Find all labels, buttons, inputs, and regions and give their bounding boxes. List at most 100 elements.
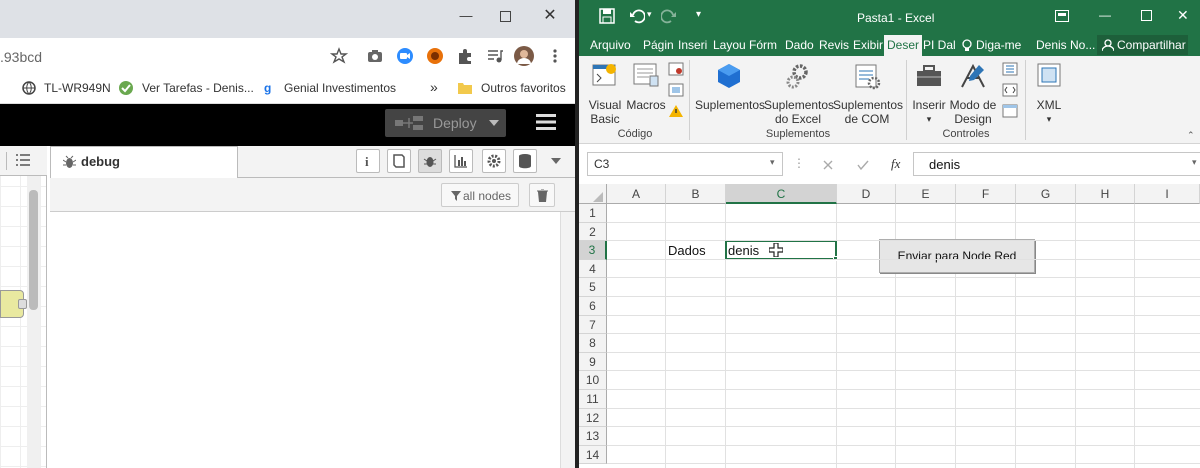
spreadsheet-grid[interactable]: A B C D E F G H I Dados denis Enviar par… <box>579 184 1200 468</box>
expand-formula-icon[interactable]: ▾ <box>1192 157 1197 168</box>
caret-down-icon[interactable] <box>489 120 499 126</box>
node-output-port[interactable] <box>18 299 27 309</box>
undo-dropdown-icon[interactable]: ▾ <box>647 9 652 20</box>
visual-basic-button[interactable]: Visual Basic <box>585 60 625 126</box>
undo-icon[interactable] <box>629 8 645 24</box>
insert-function-button[interactable]: fx <box>891 156 900 172</box>
customize-qat-icon[interactable]: ▾ <box>696 9 701 20</box>
active-cell-c3[interactable]: denis <box>725 240 838 261</box>
row-header-14[interactable]: 14 <box>579 445 607 465</box>
address-bar[interactable]: .93bcd <box>0 49 42 65</box>
cell-b3[interactable]: Dados <box>668 243 706 258</box>
row-header-3[interactable]: 3 <box>579 241 607 260</box>
tab-powerbi[interactable]: PI Dal <box>923 38 956 52</box>
tab-dados[interactable]: Dado <box>785 38 814 52</box>
extension-orange-icon[interactable] <box>426 47 444 65</box>
deploy-button[interactable]: Deploy <box>385 109 506 137</box>
tab-exibir[interactable]: Exibir <box>853 38 883 52</box>
info-button[interactable]: i <box>356 149 380 173</box>
enter-check-icon[interactable] <box>857 160 869 170</box>
camera-icon[interactable] <box>366 47 384 65</box>
maximize-icon[interactable] <box>1141 10 1152 21</box>
tab-inserir[interactable]: Inseri <box>678 38 707 52</box>
debug-button[interactable] <box>418 149 442 173</box>
media-queue-icon[interactable] <box>486 47 504 65</box>
all-nodes-filter-button[interactable]: all nodes <box>441 183 519 207</box>
close-icon[interactable]: ✕ <box>1177 7 1189 24</box>
row-header-5[interactable]: 5 <box>579 278 607 297</box>
row-header-4[interactable]: 4 <box>579 259 607 279</box>
column-header-a[interactable]: A <box>607 184 666 204</box>
list-icon[interactable] <box>16 154 30 166</box>
row-header-6[interactable]: 6 <box>579 297 607 316</box>
view-code-icon[interactable] <box>1002 83 1018 97</box>
row-header-1[interactable]: 1 <box>579 204 607 223</box>
relative-references-icon[interactable] <box>668 83 684 97</box>
star-icon[interactable] <box>330 47 348 65</box>
column-header-d[interactable]: D <box>837 184 896 204</box>
bookmark-outros-favoritos[interactable]: Outros favoritos <box>481 81 566 95</box>
account-name[interactable]: Denis No... <box>1036 38 1095 52</box>
debug-scrollbar[interactable] <box>560 212 575 468</box>
caret-down-icon[interactable] <box>551 158 561 164</box>
save-icon[interactable] <box>599 8 615 24</box>
properties-icon[interactable] <box>1002 62 1018 76</box>
dashboard-button[interactable] <box>449 149 473 173</box>
bookmark-tl-wr949n[interactable]: TL-WR949N <box>44 81 111 95</box>
zoom-extension-icon[interactable] <box>396 47 414 65</box>
config-button[interactable] <box>482 149 506 173</box>
puzzle-icon[interactable] <box>456 47 474 65</box>
design-mode-button[interactable]: Modo de Design <box>948 60 998 126</box>
workspace-scroll-thumb[interactable] <box>29 190 38 310</box>
hamburger-menu-icon[interactable] <box>536 114 556 130</box>
minimize-icon[interactable]: — <box>1099 8 1111 22</box>
share-button[interactable]: Compartilhar <box>1097 35 1188 55</box>
formula-input[interactable]: denis ▾ <box>913 152 1200 176</box>
bookmark-ver-tarefas[interactable]: Ver Tarefas - Denis... <box>142 81 254 95</box>
column-header-b[interactable]: B <box>666 184 726 204</box>
tell-me-search[interactable]: Diga-me <box>976 38 1021 52</box>
minimize-icon[interactable]: — <box>456 8 476 24</box>
row-header-13[interactable]: 13 <box>579 427 607 446</box>
record-macro-icon[interactable] <box>668 62 684 76</box>
row-header-11[interactable]: 11 <box>579 390 607 409</box>
more-bookmarks-button[interactable]: » <box>430 79 438 95</box>
tab-pagina[interactable]: Págin <box>643 38 674 52</box>
name-box-dropdown-icon[interactable]: ▾ <box>770 157 775 168</box>
close-icon[interactable]: ✕ <box>540 8 560 24</box>
select-all-corner[interactable] <box>579 184 607 204</box>
suplementos-button[interactable]: Suplementos <box>695 60 765 124</box>
column-header-f[interactable]: F <box>956 184 1016 204</box>
inserir-control-button[interactable]: Inserir ▾ <box>911 60 947 124</box>
formula-bar-handle-icon[interactable]: ⋮ <box>793 156 805 170</box>
clear-debug-button[interactable] <box>529 183 555 207</box>
bookmark-genial[interactable]: Genial Investimentos <box>284 81 396 95</box>
column-header-c[interactable]: C <box>726 184 837 204</box>
chrome-menu-icon[interactable] <box>546 47 564 65</box>
maximize-icon[interactable] <box>500 11 511 22</box>
tab-arquivo[interactable]: Arquivo <box>590 38 631 52</box>
run-dialog-icon[interactable] <box>1002 104 1018 118</box>
tab-layout[interactable]: Layou <box>713 38 746 52</box>
column-header-h[interactable]: H <box>1076 184 1135 204</box>
row-header-9[interactable]: 9 <box>579 352 607 372</box>
ribbon-display-icon[interactable] <box>1055 10 1069 22</box>
tab-revisao[interactable]: Revis <box>819 38 849 52</box>
redo-icon[interactable] <box>661 8 677 24</box>
enviar-node-red-button[interactable]: Enviar para Node Red <box>879 239 1035 273</box>
tab-desenvolvedor[interactable]: Deser <box>884 35 923 56</box>
row-header-8[interactable]: 8 <box>579 334 607 353</box>
avatar[interactable] <box>514 46 534 66</box>
collapse-ribbon-icon[interactable]: ⌃ <box>1187 130 1195 141</box>
context-button[interactable] <box>513 149 537 173</box>
column-header-e[interactable]: E <box>896 184 956 204</box>
row-header-10[interactable]: 10 <box>579 371 607 390</box>
xml-button[interactable]: XML ▾ <box>1031 60 1067 124</box>
column-header-i[interactable]: I <box>1135 184 1200 204</box>
macro-security-icon[interactable] <box>668 104 684 118</box>
name-box[interactable]: C3 ▾ <box>587 152 783 176</box>
help-button[interactable] <box>387 149 411 173</box>
tab-formulas[interactable]: Fórm <box>749 38 777 52</box>
macros-button[interactable]: Macros <box>626 60 666 124</box>
suplementos-excel-button[interactable]: Suplementos do Excel <box>764 60 834 126</box>
